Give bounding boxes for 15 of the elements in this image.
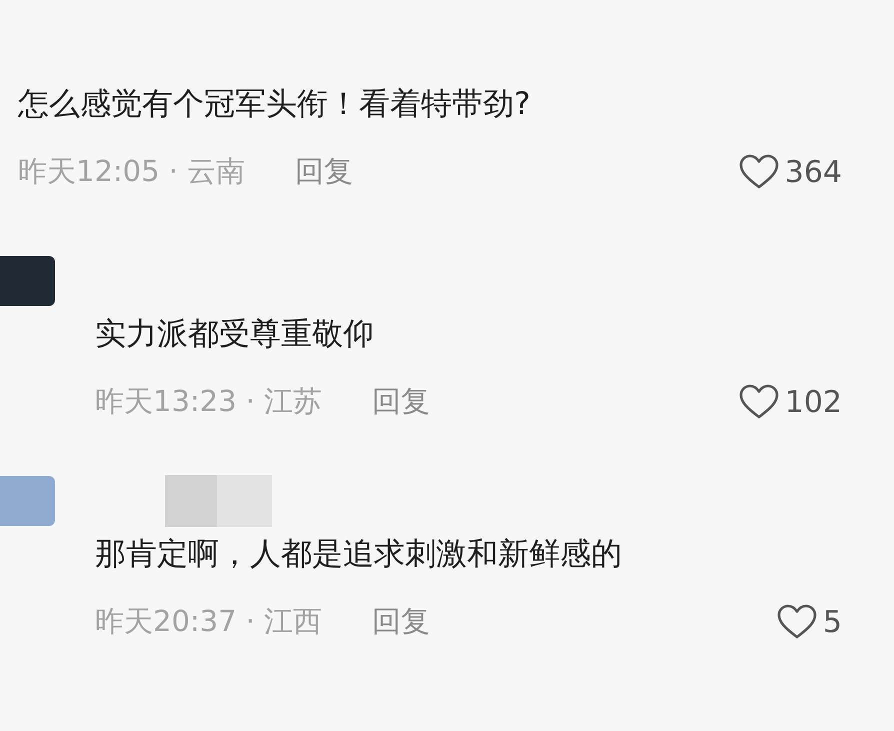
like-count: 5: [822, 604, 842, 640]
like-count: 102: [784, 384, 842, 420]
heart-icon[interactable]: [738, 384, 779, 420]
heart-icon[interactable]: [776, 604, 817, 640]
reply-link[interactable]: 回复: [372, 602, 430, 642]
comment-text: 怎么感觉有个冠军头衔！看着特带劲?: [18, 85, 532, 124]
comment-time-location: 昨天12:05 · 云南: [18, 153, 246, 190]
comment-text: 那肯定啊，人都是追求刺激和新鲜感的: [95, 535, 623, 574]
like-count: 364: [784, 154, 842, 190]
comment-time-location: 昨天20:37 · 江西: [95, 603, 322, 640]
heart-icon[interactable]: [738, 154, 779, 190]
reply-link[interactable]: 回复: [295, 152, 354, 192]
comment-text: 实力派都受尊重敬仰: [95, 315, 375, 354]
reply-link[interactable]: 回复: [372, 382, 430, 422]
comment-time-location: 昨天13:23 · 江苏: [95, 383, 322, 420]
